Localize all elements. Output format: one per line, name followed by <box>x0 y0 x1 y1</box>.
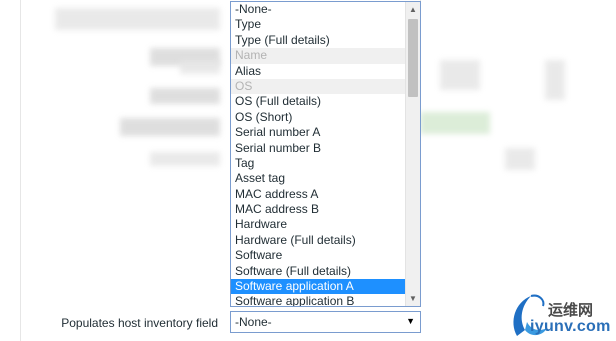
divider-line <box>20 0 21 341</box>
blurred-element <box>505 148 535 170</box>
dropdown-options: -None- Type Type (Full details) Name Alias OS… <box>231 2 406 306</box>
blurred-label <box>150 152 220 166</box>
blurred-label <box>180 60 220 74</box>
inventory-field-select[interactable]: -None- ▼ <box>230 311 421 333</box>
dropdown-option[interactable]: Software <box>231 248 406 263</box>
dropdown-option: Name <box>231 48 406 64</box>
dropdown-option[interactable]: MAC address A <box>231 187 406 202</box>
chevron-down-icon: ▼ <box>406 316 415 326</box>
dropdown-option: OS <box>231 78 406 95</box>
dropdown-option[interactable]: Tag <box>231 156 406 171</box>
blurred-button <box>420 112 490 134</box>
dropdown-option[interactable]: -None- <box>231 2 406 17</box>
blurred-element <box>440 60 480 90</box>
blurred-label <box>120 118 220 136</box>
dropdown-option[interactable]: Type <box>231 17 406 32</box>
inventory-field-dropdown-list[interactable]: -None- Type Type (Full details) Name Alias OS… <box>230 1 421 307</box>
scrollbar-thumb[interactable] <box>408 19 418 97</box>
blurred-element <box>545 60 565 100</box>
dropdown-option[interactable]: Alias <box>231 64 406 79</box>
watermark-domain-text: iyunv.com <box>530 318 611 335</box>
dropdown-option[interactable]: Serial number B <box>231 141 406 156</box>
populates-field-label: Populates host inventory field <box>61 316 218 330</box>
scroll-up-arrow-icon[interactable]: ▲ <box>406 2 420 17</box>
dropdown-option[interactable]: Hardware <box>231 217 406 232</box>
dropdown-option[interactable]: Software application B <box>231 294 406 306</box>
dropdown-option[interactable]: OS (Short) <box>231 110 406 125</box>
blurred-label <box>55 8 220 30</box>
blurred-label <box>150 88 220 104</box>
scroll-down-arrow-icon[interactable]: ▼ <box>406 291 420 306</box>
dropdown-option[interactable]: Asset tag <box>231 171 406 186</box>
watermark-cn-text: 运维网 <box>548 302 594 319</box>
dropdown-option[interactable]: OS (Full details) <box>231 94 406 109</box>
dropdown-option[interactable]: Software application A <box>231 279 406 295</box>
dropdown-option[interactable]: MAC address B <box>231 202 406 217</box>
dropdown-option[interactable]: Hardware (Full details) <box>231 233 406 248</box>
dropdown-option[interactable]: Type (Full details) <box>231 33 406 48</box>
dropdown-scrollbar[interactable]: ▲ ▼ <box>405 2 420 306</box>
select-current-value: -None- <box>235 315 272 329</box>
dropdown-option[interactable]: Software (Full details) <box>231 264 406 279</box>
dropdown-option[interactable]: Serial number A <box>231 125 406 140</box>
